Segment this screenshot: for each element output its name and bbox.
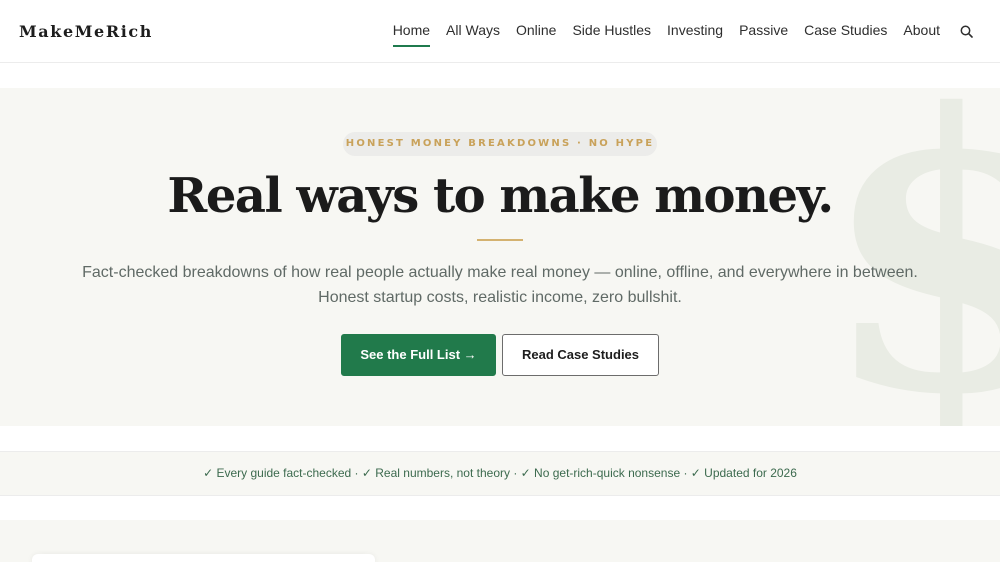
hero-subtitle: Fact-checked breakdowns of how real peop…	[82, 264, 918, 306]
nav-item-investing[interactable]: Investing	[667, 0, 723, 63]
read-case-studies-button[interactable]: Read Case Studies	[502, 334, 659, 376]
content-card[interactable]	[32, 554, 375, 562]
hero-title: Real ways to make money.	[167, 168, 834, 224]
svg-text:$: $	[820, 88, 1000, 426]
dollar-sign-icon: $	[820, 88, 1000, 426]
nav-item-all-ways[interactable]: All Ways	[446, 0, 500, 63]
site-logo[interactable]: MakeMeRich	[19, 22, 153, 41]
nav-item-home[interactable]: Home	[392, 0, 431, 63]
nav-item-case-studies[interactable]: Case Studies	[804, 0, 887, 63]
trust-strip: ✓ Every guide fact-checked · ✓ Real numb…	[0, 451, 1000, 496]
search-icon[interactable]	[960, 25, 974, 39]
hero-eyebrow-badge: HONEST MONEY BREAKDOWNS · NO HYPE	[343, 132, 657, 156]
see-full-list-button[interactable]: See the Full List →	[341, 334, 496, 376]
nav-item-passive[interactable]: Passive	[739, 0, 788, 63]
main-nav: Home All Ways Online Side Hustles Invest…	[392, 0, 1000, 63]
hero-section: $ HONEST MONEY BREAKDOWNS · NO HYPE Real…	[0, 88, 1000, 426]
title-divider	[477, 239, 523, 241]
nav-item-side-hustles[interactable]: Side Hustles	[572, 0, 651, 63]
nav-item-about[interactable]: About	[903, 0, 940, 63]
site-header: MakeMeRich Home All Ways Online Side Hus…	[0, 0, 1000, 63]
nav-item-online[interactable]: Online	[516, 0, 556, 63]
